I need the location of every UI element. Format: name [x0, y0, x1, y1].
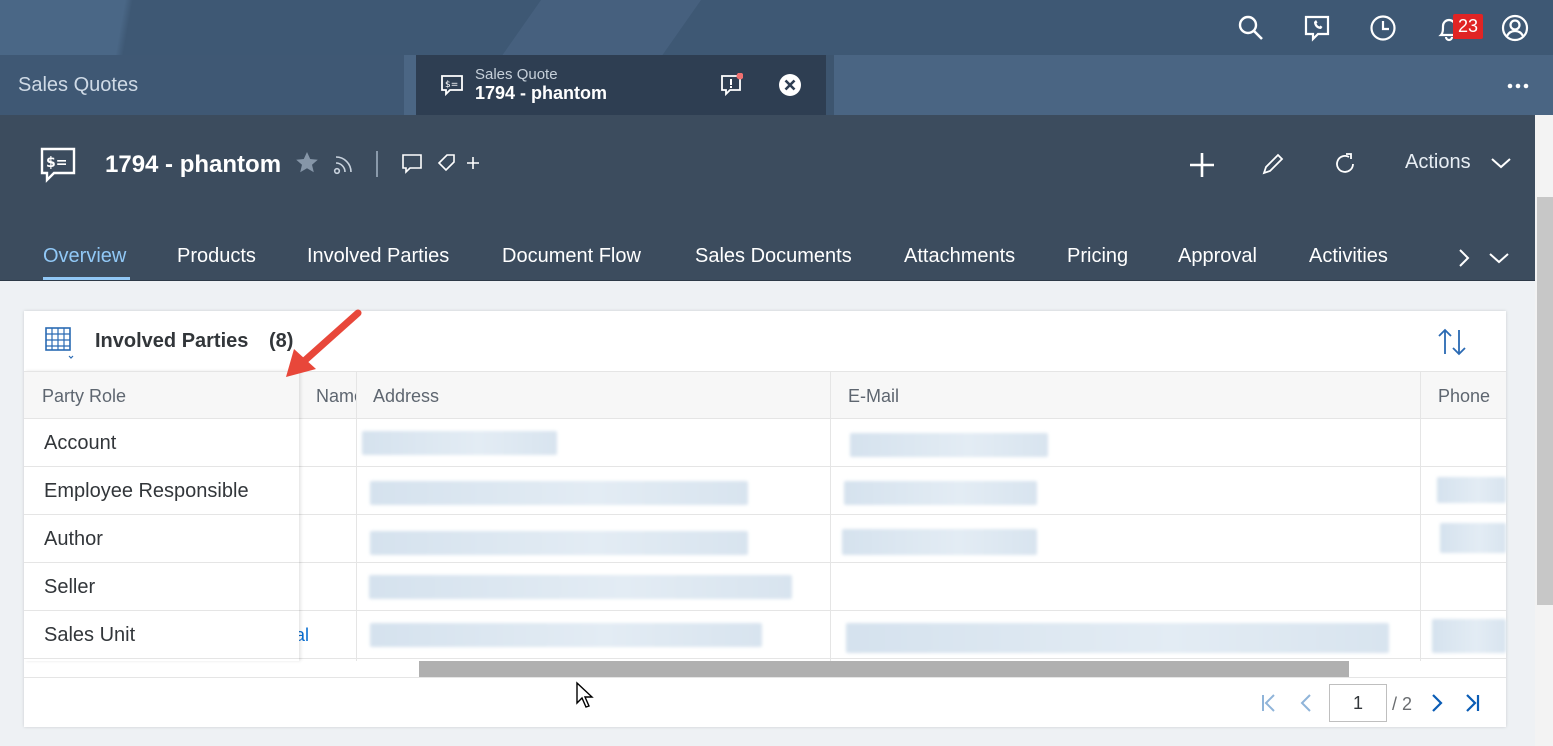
tab-attachments[interactable]: Attachments	[904, 245, 1015, 268]
shell-bar: 23	[0, 0, 1553, 55]
column-header-party-role-cell[interactable]: Party Role	[24, 371, 299, 419]
page-total: / 2	[1392, 694, 1413, 714]
tag-icon[interactable]	[437, 153, 459, 175]
section-tabs: Overview Products Involved Parties Docum…	[0, 233, 1535, 281]
annotation-arrow-icon	[286, 309, 362, 377]
user-icon[interactable]	[1501, 14, 1529, 42]
next-page-icon[interactable]	[1426, 693, 1446, 713]
add-tag-icon[interactable]	[465, 155, 481, 171]
column-header-email[interactable]: E-Mail	[848, 386, 899, 407]
edit-icon[interactable]	[1260, 151, 1286, 177]
refresh-icon[interactable]	[1332, 151, 1358, 177]
tab-subtitle: Sales Quote	[475, 66, 558, 83]
tab-activities[interactable]: Activities	[1309, 245, 1388, 268]
redacted-phone	[1432, 619, 1506, 653]
party-role-cell[interactable]: Account	[24, 419, 299, 467]
frozen-column-party-role: Party Role Account Employee Responsible …	[24, 371, 299, 661]
party-role-cell[interactable]: Sales Unit	[24, 611, 299, 659]
tab-sales-quotes[interactable]: Sales Quotes	[0, 55, 405, 115]
tab-pricing[interactable]: Pricing	[1067, 245, 1128, 268]
column-header-name[interactable]: Name	[316, 386, 356, 407]
phone-chat-icon[interactable]	[1303, 14, 1331, 42]
column-header-address[interactable]: Address	[373, 386, 439, 407]
first-page-icon[interactable]	[1259, 693, 1279, 713]
tab-products[interactable]: Products	[177, 245, 256, 268]
actions-button[interactable]: Actions	[1405, 151, 1471, 174]
notification-badge[interactable]: 23	[1453, 14, 1483, 39]
active-tab-indicator	[43, 277, 130, 280]
tab-sales-quote-1794[interactable]: $= Sales Quote 1794 - phantom	[416, 55, 826, 115]
tabs-overflow-chevron-icon[interactable]	[1488, 250, 1510, 266]
page-title: 1794 - phantom	[105, 151, 282, 178]
table-settings-icon[interactable]	[44, 326, 74, 360]
footer-divider	[24, 677, 1506, 678]
tab-sales-documents[interactable]: Sales Documents	[695, 245, 852, 268]
involved-parties-card: Involved Parties (8) Name Address E-Mail…	[24, 311, 1506, 727]
chevron-right-icon[interactable]	[1456, 248, 1472, 268]
redacted-email	[844, 481, 1037, 505]
sales-quote-icon: $=	[40, 147, 76, 183]
tab-strip: Sales Quotes $= Sales Quote 1794 - phant…	[0, 55, 1553, 115]
redacted-address	[362, 431, 557, 455]
more-icon[interactable]	[1506, 79, 1530, 91]
object-header: $= 1794 - phantom Actions	[0, 115, 1535, 233]
party-role-cell[interactable]: Employee Responsible	[24, 467, 299, 515]
tab-approval[interactable]: Approval	[1178, 245, 1257, 268]
redacted-address	[370, 623, 762, 647]
clock-icon[interactable]	[1369, 14, 1397, 42]
redacted-email	[842, 529, 1037, 555]
redacted-email	[850, 433, 1048, 457]
comment-icon[interactable]	[401, 153, 423, 175]
redacted-phone	[1437, 477, 1506, 503]
sort-icon[interactable]	[1436, 326, 1468, 358]
close-icon[interactable]	[778, 73, 802, 97]
party-role-employee-responsible: Employee Responsible	[44, 480, 249, 502]
horizontal-scrollbar-thumb[interactable]	[419, 661, 1349, 677]
alert-message-icon[interactable]	[719, 72, 744, 97]
add-icon[interactable]	[1188, 151, 1216, 179]
header-divider	[376, 151, 378, 177]
party-role-sales-unit: Sales Unit	[44, 624, 136, 646]
redacted-address	[369, 575, 792, 599]
redacted-phone	[1440, 523, 1506, 553]
last-page-icon[interactable]	[1462, 693, 1482, 713]
tab-strip-empty	[826, 55, 1553, 115]
vertical-scrollbar-thumb[interactable]	[1537, 197, 1553, 605]
redacted-email	[846, 623, 1389, 653]
svg-text:$=: $=	[46, 155, 67, 171]
tab-overview[interactable]: Overview	[43, 245, 126, 268]
svg-text:$=: $=	[445, 80, 458, 90]
redacted-address	[370, 531, 748, 555]
column-header-party-role[interactable]: Party Role	[42, 386, 126, 407]
mouse-cursor-icon	[576, 681, 594, 708]
chevron-down-icon[interactable]	[1490, 155, 1512, 171]
tab-involved-parties[interactable]: Involved Parties	[307, 245, 449, 268]
party-role-cell[interactable]: Seller	[24, 563, 299, 611]
search-icon[interactable]	[1237, 14, 1265, 42]
party-role-author: Author	[44, 528, 103, 550]
party-role-account: Account	[44, 432, 117, 454]
card-title: Involved Parties	[95, 330, 249, 352]
tab-document-flow[interactable]: Document Flow	[502, 245, 641, 268]
column-header-phone[interactable]: Phone	[1438, 386, 1490, 407]
party-role-cell[interactable]: Author	[24, 515, 299, 563]
follow-feed-icon[interactable]	[333, 153, 355, 175]
quote-icon: $=	[440, 73, 464, 97]
tab-divider	[404, 55, 416, 115]
page-number-input[interactable]: 1	[1329, 684, 1387, 722]
previous-page-icon[interactable]	[1297, 693, 1317, 713]
star-icon[interactable]	[295, 151, 319, 175]
tab-home-label: Sales Quotes	[18, 74, 139, 96]
redacted-address	[370, 481, 748, 505]
party-role-seller: Seller	[44, 576, 96, 598]
tab-title: 1794 - phantom	[475, 83, 608, 103]
